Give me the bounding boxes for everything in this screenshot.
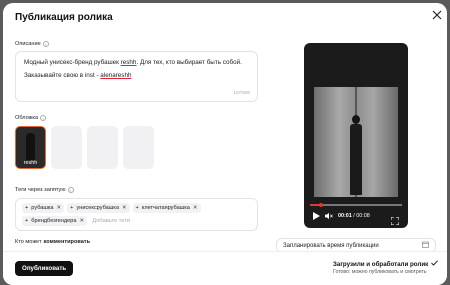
remove-tag-icon[interactable]: ✕ — [122, 205, 127, 211]
close-icon[interactable] — [431, 9, 443, 21]
tags-label: Теги через запятую i — [15, 187, 74, 193]
tag-chip: + брендбезгендера ✕ — [22, 216, 88, 226]
video-preview[interactable]: 00:01 / 00:08 — [304, 43, 408, 228]
publish-video-dialog: Публикация ролика Описание i Модный унис… — [3, 3, 447, 285]
tag-input[interactable]: Добавьте теги — [90, 216, 130, 226]
description-field[interactable]: Модный унисекс-бренд рубашек reshh. Для … — [15, 51, 258, 102]
description-label: Описание i — [15, 41, 49, 47]
cover-label: Обложка i — [15, 115, 47, 121]
cover-thumbnail[interactable] — [87, 126, 118, 169]
tag-chip: + унисексрубашка ✕ — [67, 203, 130, 213]
tags-field[interactable]: + рубашка ✕ + унисексрубашка ✕ + клетчатаяруб… — [15, 198, 258, 231]
description-line-2: Заказывайте свою в inst - alenareshh — [24, 72, 132, 79]
info-icon[interactable]: i — [42, 41, 49, 47]
video-subject — [348, 115, 364, 195]
info-icon[interactable]: i — [67, 187, 74, 193]
dialog-footer: Опубликовать Загрузили и обработали роли… — [3, 251, 447, 285]
calendar-icon — [422, 241, 429, 250]
cover-thumbnail[interactable] — [51, 126, 82, 169]
character-counter: 107/500 — [233, 90, 250, 95]
progress-knob[interactable] — [319, 202, 324, 207]
publish-button[interactable]: Опубликовать — [15, 261, 74, 276]
cover-picker: reshh — [15, 126, 154, 169]
play-icon[interactable] — [312, 212, 320, 220]
upload-status-subtitle: Готово: можно публиковать и смотреть — [333, 269, 427, 275]
tag-chip: + клетчатаярубашка ✕ — [132, 203, 201, 213]
dialog-title: Публикация ролика — [15, 12, 113, 23]
cover-caption: reshh — [23, 160, 38, 166]
remove-tag-icon[interactable]: ✕ — [79, 218, 84, 224]
video-time: 00:01 / 00:08 — [338, 213, 370, 219]
remove-tag-icon[interactable]: ✕ — [193, 205, 198, 211]
checkmark-icon — [431, 260, 439, 268]
video-progress-bar[interactable] — [310, 202, 402, 207]
description-line-1: Модный унисекс-бренд рубашек reshh. Для … — [24, 59, 242, 66]
tag-chip: + рубашка ✕ — [22, 203, 65, 213]
upload-status-title: Загрузили и обработали ролик — [333, 260, 439, 268]
video-controls: 00:01 / 00:08 — [312, 212, 370, 220]
info-icon[interactable]: i — [40, 115, 47, 121]
cover-thumbnail[interactable] — [123, 126, 154, 169]
cover-thumbnail-selected[interactable]: reshh — [15, 126, 46, 169]
cover-figure — [26, 133, 35, 160]
mute-icon[interactable] — [325, 212, 333, 220]
remove-tag-icon[interactable]: ✕ — [57, 205, 62, 211]
comment-permissions-label: Кто может комментировать — [15, 239, 91, 245]
fullscreen-icon[interactable] — [390, 212, 400, 226]
